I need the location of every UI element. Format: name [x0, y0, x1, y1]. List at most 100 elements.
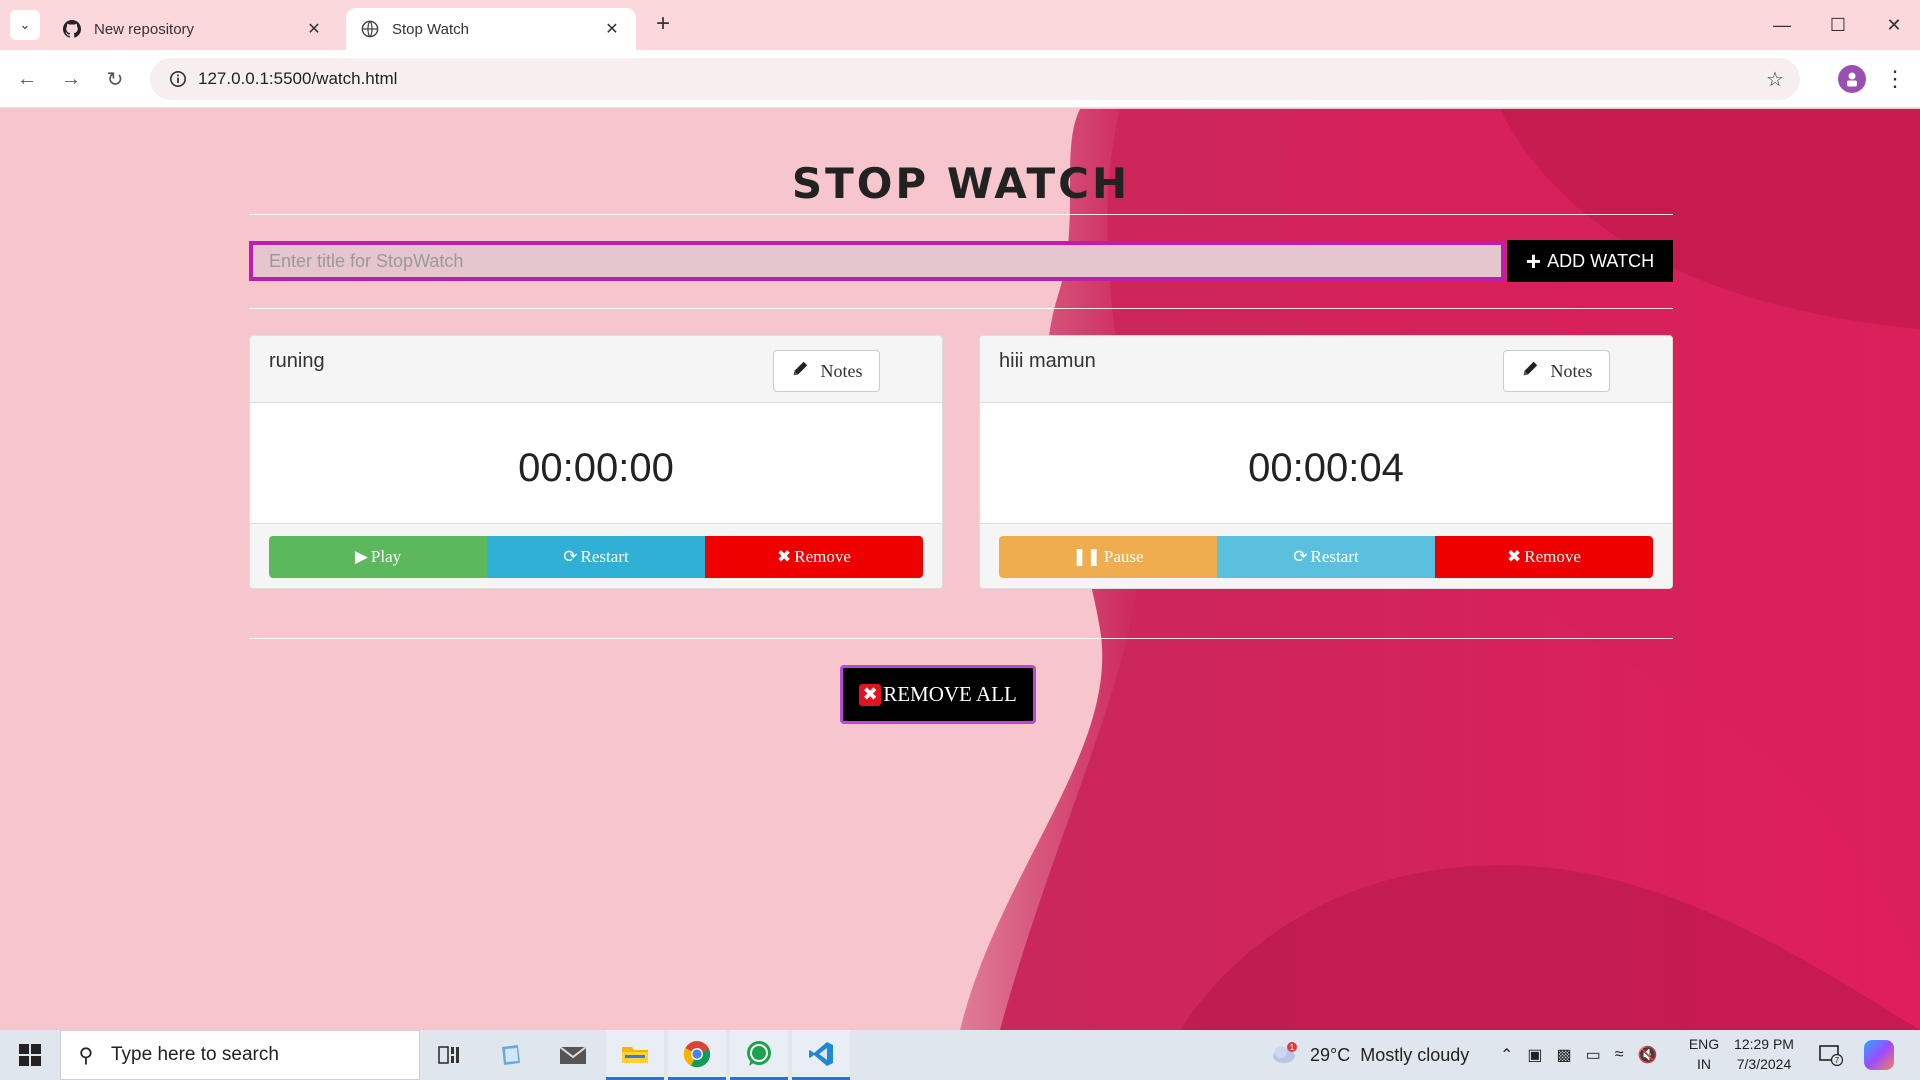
notes-button[interactable]: Notes	[773, 350, 880, 392]
plus-icon: +	[1525, 246, 1542, 276]
remove-label: Remove	[1524, 547, 1581, 566]
pencil-icon	[1521, 360, 1539, 383]
control-buttons: ▶ Play ⟳ Restart ✖ Remove	[269, 536, 923, 578]
cloud-icon: 1	[1270, 1041, 1300, 1070]
taskbar-search[interactable]: ⚲ Type here to search	[60, 1030, 420, 1080]
card-footer: ❚❚ Pause ⟳ Restart ✖ Remove	[980, 523, 1672, 588]
restart-label: Restart	[1310, 547, 1359, 566]
chevron-up-icon[interactable]: ⌃	[1500, 1045, 1513, 1065]
file-explorer-icon[interactable]	[482, 1030, 540, 1080]
stopwatch-name: runing	[269, 350, 325, 372]
stopwatch-title-input[interactable]	[249, 241, 1505, 281]
card-header: runing Notes	[250, 336, 942, 403]
remove-all-button[interactable]: ✖ REMOVE ALL	[840, 665, 1036, 724]
bookmark-star-icon[interactable]: ☆	[1764, 68, 1786, 91]
display-icon[interactable]: ▩	[1557, 1045, 1572, 1065]
windows-start-icon[interactable]	[10, 1040, 50, 1070]
divider	[249, 214, 1673, 215]
language-indicator[interactable]: ENG IN	[1684, 1034, 1724, 1074]
remove-all-label: REMOVE ALL	[883, 682, 1017, 706]
restart-button[interactable]: ⟳ Restart	[1217, 536, 1435, 578]
close-icon: ✖	[777, 547, 792, 567]
github-icon	[62, 19, 82, 39]
profile-avatar[interactable]	[1838, 65, 1866, 93]
whatsapp-icon[interactable]	[730, 1030, 788, 1080]
minimize-button[interactable]: —	[1762, 10, 1802, 40]
speaker-muted-icon[interactable]: 🔇	[1638, 1045, 1658, 1065]
pencil-icon	[791, 360, 809, 383]
clock-time: 12:29 PM	[1734, 1036, 1794, 1052]
play-button[interactable]: ▶ Play	[269, 536, 487, 578]
notes-button[interactable]: Notes	[1503, 350, 1610, 392]
browser-tab-bar: ⌄ New repository ✕ Stop Watch ✕ + — ☐ ✕	[0, 0, 1920, 50]
notes-label: Notes	[820, 360, 863, 381]
back-button[interactable]: ←	[12, 64, 42, 94]
folder-icon[interactable]	[606, 1030, 664, 1080]
stopwatch-card: runing Notes 00:00:00 ▶ Play ⟳ Restart ✖…	[249, 335, 943, 589]
maximize-button[interactable]: ☐	[1818, 10, 1858, 40]
clock-date: 7/3/2024	[1736, 1056, 1792, 1072]
control-buttons: ❚❚ Pause ⟳ Restart ✖ Remove	[999, 536, 1653, 578]
reload-icon: ↻	[106, 68, 124, 91]
notification-count: 7	[1835, 1056, 1840, 1065]
chrome-icon[interactable]	[668, 1030, 726, 1080]
window-close-button[interactable]: ✕	[1874, 10, 1914, 40]
taskbar: ⚲ Type here to search 1 29°C Mostly clou…	[0, 1030, 1920, 1080]
remove-button[interactable]: ✖ Remove	[705, 536, 923, 578]
system-tray: ⌃ ▣ ▩ ▭ ≈ 🔇	[1500, 1030, 1657, 1080]
chevron-down-icon: ⌄	[19, 17, 31, 32]
divider	[249, 638, 1673, 639]
forward-button[interactable]: →	[56, 64, 86, 94]
weather-widget[interactable]: 1 29°C Mostly cloudy	[1270, 1030, 1469, 1080]
tab-title: Stop Watch	[392, 20, 469, 38]
url-text[interactable]: 127.0.0.1:5500/watch.html	[198, 69, 397, 89]
clock[interactable]: 12:29 PM 7/3/2024	[1728, 1034, 1800, 1074]
wifi-icon[interactable]: ≈	[1615, 1046, 1624, 1064]
play-icon: ▶	[354, 547, 368, 567]
site-info-icon[interactable]	[158, 70, 198, 88]
remove-button[interactable]: ✖ Remove	[1435, 536, 1653, 578]
vscode-icon[interactable]	[792, 1030, 850, 1080]
pause-button[interactable]: ❚❚ Pause	[999, 536, 1217, 578]
tab-stop-watch[interactable]: Stop Watch ✕	[346, 8, 636, 50]
copilot-icon[interactable]	[1864, 1040, 1894, 1070]
refresh-icon: ⟳	[1293, 547, 1308, 567]
address-bar[interactable]: 127.0.0.1:5500/watch.html ☆	[150, 58, 1800, 100]
language-code: ENG	[1688, 1036, 1720, 1052]
tab-search-button[interactable]: ⌄	[10, 10, 40, 40]
close-icon[interactable]: ✕	[304, 19, 324, 39]
notification-icon[interactable]: 7	[1816, 1040, 1846, 1070]
battery-icon[interactable]: ▭	[1586, 1045, 1601, 1065]
restart-label: Restart	[580, 547, 629, 566]
play-label: Play	[370, 547, 402, 566]
pause-icon: ❚❚	[1072, 547, 1101, 567]
arrow-right-icon: →	[61, 67, 81, 90]
mail-icon[interactable]	[544, 1030, 602, 1080]
notes-label: Notes	[1550, 360, 1593, 381]
stopwatch-time: 00:00:04	[1248, 446, 1404, 490]
page-title: STOP WATCH	[791, 159, 1131, 208]
arrow-left-icon: ←	[17, 67, 37, 90]
tab-new-repository[interactable]: New repository ✕	[48, 8, 338, 50]
new-tab-button[interactable]: +	[650, 12, 676, 38]
more-menu-icon[interactable]: ⋮	[1880, 64, 1910, 94]
weather-condition: Mostly cloudy	[1360, 1044, 1470, 1065]
card-header: hiii mamun Notes	[980, 336, 1672, 403]
globe-icon	[360, 19, 380, 39]
close-box-icon: ✖	[859, 683, 882, 706]
stopwatch-card: hiii mamun Notes 00:00:04 ❚❚ Pause ⟳ Res…	[979, 335, 1673, 589]
task-view-icon[interactable]	[420, 1030, 478, 1080]
add-watch-button[interactable]: + ADD WATCH	[1507, 240, 1673, 282]
tab-title: New repository	[94, 20, 195, 38]
close-icon[interactable]: ✕	[602, 19, 622, 39]
add-watch-label: ADD WATCH	[1547, 250, 1655, 271]
weather-temp: 29°C	[1310, 1044, 1351, 1065]
divider	[249, 308, 1673, 309]
meet-now-icon[interactable]: ▣	[1527, 1045, 1542, 1065]
search-placeholder: Type here to search	[111, 1044, 279, 1065]
reload-button[interactable]: ↻	[100, 64, 130, 94]
pause-label: Pause	[1103, 547, 1144, 566]
stopwatch-name: hiii mamun	[999, 350, 1096, 372]
browser-toolbar: ← → ↻ 127.0.0.1:5500/watch.html ☆ ⋮	[0, 50, 1920, 108]
restart-button[interactable]: ⟳ Restart	[487, 536, 705, 578]
